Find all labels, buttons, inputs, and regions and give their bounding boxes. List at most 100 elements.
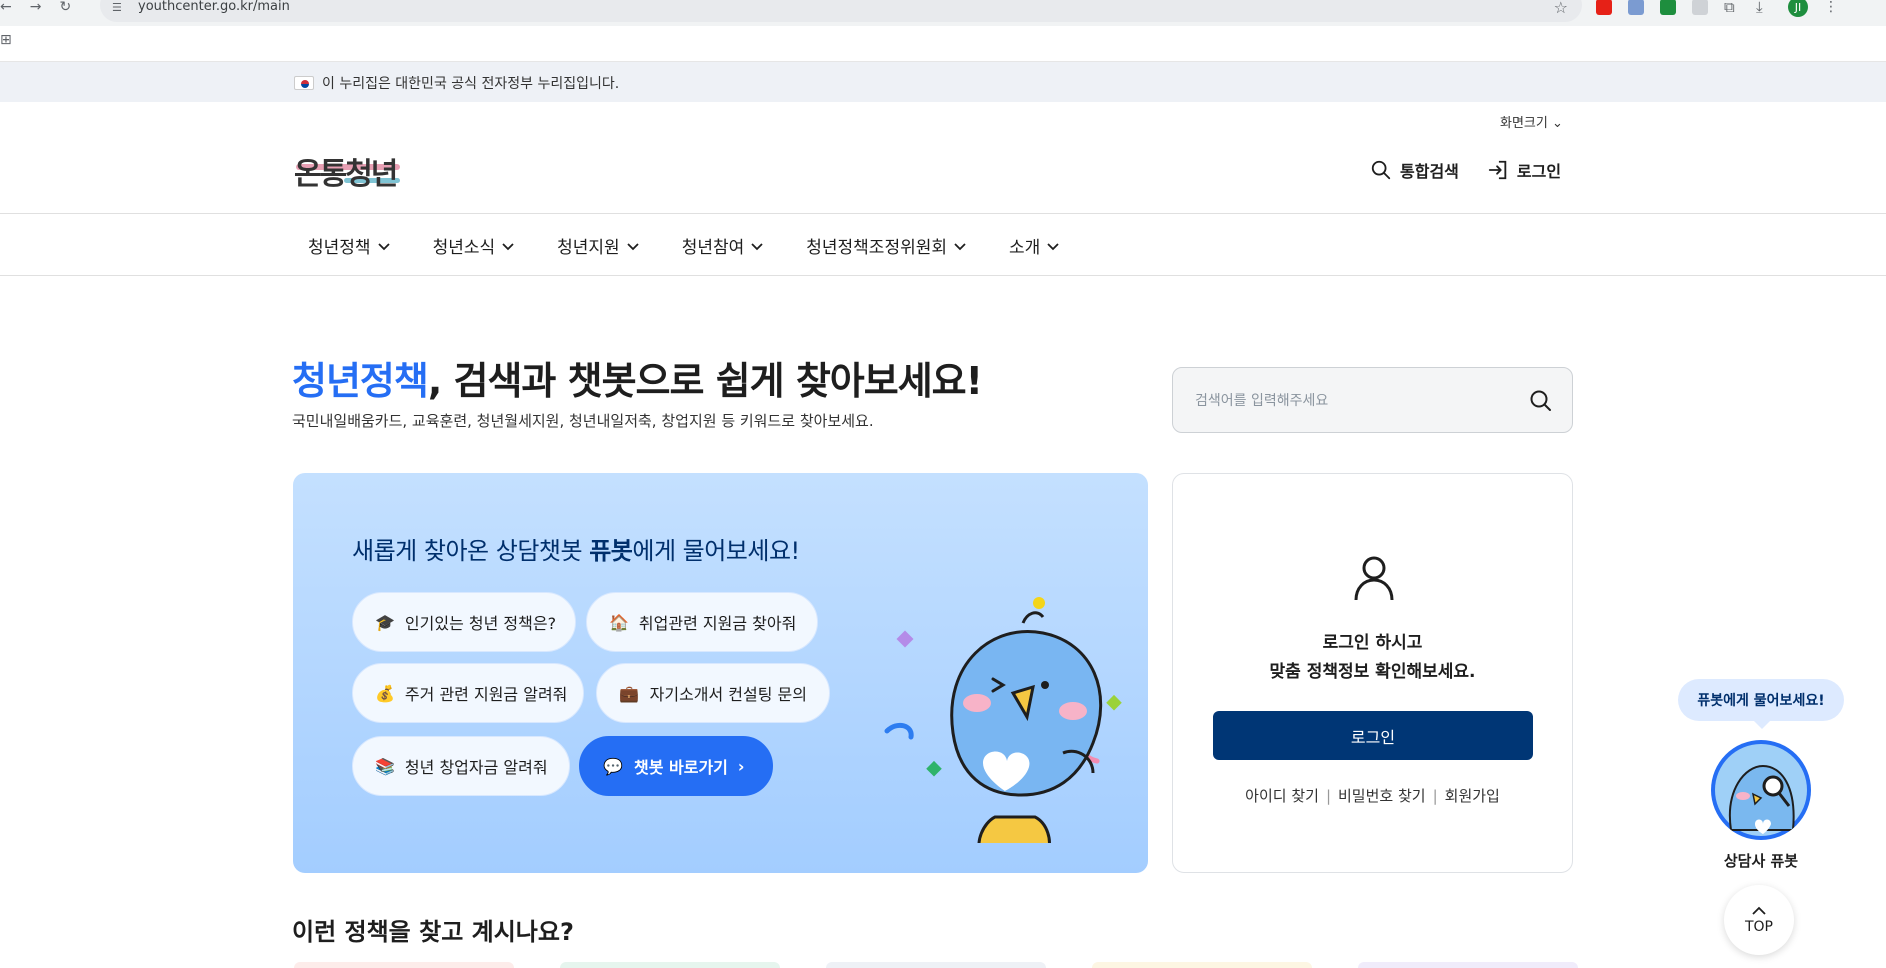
hero-title-accent: 청년정책 — [292, 359, 429, 403]
nav-item-about[interactable]: 소개 — [1009, 233, 1060, 258]
browser-toolbar: ← → ↻ ☰ youthcenter.go.kr/main ☆ ⧉ ⤓ JI … — [0, 0, 1886, 26]
more-menu-icon[interactable]: ⋮ — [1824, 0, 1838, 15]
policy-search-input[interactable] — [1195, 388, 1515, 414]
chatbot-shortcut-button[interactable]: 💬 챗봇 바로가기 › — [579, 736, 773, 796]
nav-item-youth-news[interactable]: 청년소식 — [433, 233, 516, 258]
avatar-cheek — [1736, 792, 1750, 800]
policy-search-box — [1172, 367, 1573, 433]
nav-item-label: 청년참여 — [681, 238, 745, 258]
recommended-section-title: 이런 정책을 찾고 계시나요? — [292, 918, 574, 946]
chip-label: 자기소개서 컨설팅 문의 — [649, 685, 807, 704]
chip-label: 청년 창업자금 알려줘 — [404, 758, 548, 777]
youtube-extension-icon[interactable] — [1596, 0, 1612, 15]
magnifier-lens — [1762, 775, 1784, 797]
confetti-green-2 — [926, 760, 942, 777]
login-message: 로그인 하시고 맞춤 정책정보 확인해보세요. — [1173, 629, 1572, 687]
extension-icon[interactable] — [1692, 0, 1708, 15]
chatbot-title-post: 에게 물어보세요! — [632, 537, 800, 565]
nav-item-label: 청년정책조정위원회 — [806, 238, 948, 258]
money-bag-icon: 💰 — [375, 683, 395, 703]
chevron-down-icon — [502, 242, 514, 250]
briefcase-icon: 💼 — [619, 683, 640, 703]
policy-card-peek — [826, 962, 1046, 968]
address-bar[interactable]: ☰ youthcenter.go.kr/main ☆ — [100, 0, 1582, 22]
login-icon — [1488, 160, 1507, 180]
url-text[interactable]: youthcenter.go.kr/main — [138, 0, 290, 14]
nav-item-label: 소개 — [1009, 238, 1041, 258]
chip-label: 챗봇 바로가기 — [634, 758, 728, 777]
puzzle-icon[interactable]: ⧉ — [1724, 0, 1740, 15]
login-card: 로그인 하시고 맞춤 정책정보 확인해보세요. 로그인 아이디 찾기 | 비밀번호 … — [1172, 473, 1573, 873]
signup-link[interactable]: 회원가입 — [1445, 787, 1500, 805]
floating-chatbot-bubble[interactable]: 퓨봇에게 물어보세요! — [1678, 679, 1844, 729]
sheets-extension-icon[interactable] — [1660, 0, 1676, 15]
chip-startup-funds[interactable]: 📚 청년 창업자금 알려줘 — [352, 736, 570, 796]
scroll-top-button[interactable]: TOP — [1724, 885, 1794, 955]
site-header: 화면크기 ⌄ 온통청년 통합검색 로그인 — [0, 102, 1886, 214]
chatbot-title-name: 퓨봇 — [589, 537, 633, 565]
logo-text: 온통청년 — [294, 157, 397, 192]
mascot-cheek-right — [1059, 702, 1087, 720]
policy-card-peek — [560, 962, 780, 968]
site-logo[interactable]: 온통청년 — [294, 142, 404, 194]
graduate-icon: 🎓 — [375, 612, 395, 632]
back-icon[interactable]: ← — [0, 0, 12, 22]
nav-item-youth-support[interactable]: 청년지원 — [557, 233, 640, 258]
mascot-tuft — [1021, 611, 1045, 624]
nav-item-policy-committee[interactable]: 청년정책조정위원회 — [806, 233, 967, 258]
confetti-swirl — [884, 722, 914, 740]
chip-label: 취업관련 지원금 찾아줘 — [638, 614, 797, 633]
confetti-green — [1106, 694, 1122, 711]
login-message-line2: 맞춤 정책정보 확인해보세요. — [1269, 662, 1476, 682]
extensions-area: ⧉ ⤓ JI ⋮ — [1596, 0, 1838, 17]
chevron-down-icon — [954, 242, 966, 250]
login-button[interactable]: 로그인 — [1213, 711, 1533, 760]
bookmark-star-icon[interactable]: ☆ — [1554, 0, 1568, 17]
find-id-link[interactable]: 아이디 찾기 — [1245, 787, 1319, 805]
chip-employment-support[interactable]: 🏠 취업관련 지원금 찾아줘 — [586, 592, 818, 652]
nav-item-label: 청년지원 — [557, 238, 620, 258]
reload-icon[interactable]: ↻ — [59, 0, 71, 22]
link-separator: | — [1325, 787, 1331, 805]
nav-item-youth-policy[interactable]: 청년정책 — [308, 233, 391, 258]
docs-extension-icon[interactable] — [1628, 0, 1644, 15]
forward-icon[interactable]: → — [30, 0, 42, 22]
chevron-right-icon: › — [737, 756, 745, 776]
chip-resume-consulting[interactable]: 💼 자기소개서 컨설팅 문의 — [596, 663, 830, 723]
hero-title: 청년정책, 검색과 챗봇으로 쉽게 찾아보세요! — [292, 350, 983, 405]
download-icon[interactable]: ⤓ — [1756, 0, 1772, 15]
mascot-cheek-left — [963, 694, 991, 712]
policy-card-peek — [294, 962, 514, 968]
profile-avatar[interactable]: JI — [1788, 0, 1808, 17]
chevron-down-icon — [627, 242, 639, 250]
screen-size-button[interactable]: 화면크기 ⌄ — [1500, 112, 1563, 131]
confetti-yellow — [1033, 597, 1045, 609]
search-submit-icon[interactable] — [1528, 388, 1554, 414]
pubot-mascot-illustration — [884, 597, 1122, 843]
chip-label: 주거 관련 지원금 알려줘 — [404, 685, 568, 704]
gov-banner: 이 누리집은 대한민국 공식 전자정부 누리집입니다. — [0, 62, 1886, 102]
nav-item-youth-participation[interactable]: 청년참여 — [682, 233, 765, 258]
floating-chatbot-label: 상담사 퓨봇 — [1723, 852, 1799, 870]
integrated-search-label: 통합검색 — [1400, 162, 1459, 181]
chip-popular-policy[interactable]: 🎓 인기있는 청년 정책은? — [352, 592, 576, 652]
scroll-top-label: TOP — [1744, 918, 1773, 935]
mascot-feet — [977, 815, 1051, 843]
search-icon — [1371, 160, 1391, 180]
header-login-button[interactable]: 로그인 — [1487, 158, 1561, 182]
apps-grid-icon[interactable]: ⊞ — [0, 32, 12, 48]
mascot-eye — [1041, 681, 1049, 689]
login-links: 아이디 찾기 | 비밀번호 찾기 | 회원가입 — [1173, 785, 1572, 806]
hero-title-rest: , 검색과 챗봇으로 쉽게 찾아보세요! — [427, 359, 983, 403]
find-password-link[interactable]: 비밀번호 찾기 — [1338, 787, 1426, 805]
books-icon: 📚 — [375, 756, 395, 776]
chatbot-title: 새롭게 찾아온 상담챗봇 퓨봇에게 물어보세요! — [352, 531, 800, 566]
chip-housing-support[interactable]: 💰 주거 관련 지원금 알려줘 — [352, 663, 584, 723]
link-separator: | — [1432, 787, 1438, 805]
user-icon — [1354, 556, 1394, 601]
site-info-icon[interactable]: ☰ — [112, 1, 122, 14]
floating-chatbot-button[interactable] — [1711, 740, 1811, 840]
integrated-search-button[interactable]: 통합검색 — [1370, 158, 1459, 182]
chevron-up-icon — [1752, 906, 1766, 915]
policy-card-peek — [1092, 962, 1312, 968]
